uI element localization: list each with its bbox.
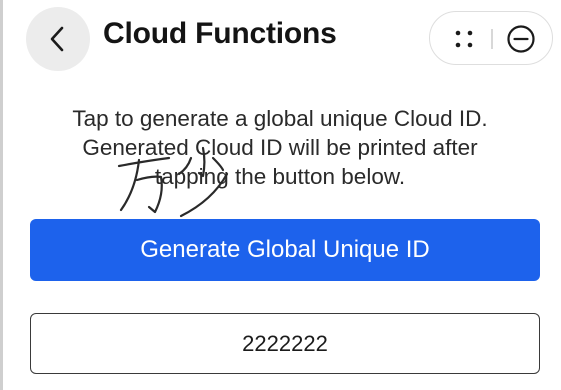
mini-program-capsule bbox=[429, 11, 553, 65]
minus-circle-icon[interactable] bbox=[506, 24, 536, 54]
description-line: Generated Cloud ID will be printed after bbox=[82, 135, 478, 160]
description-line: tapping the button below. bbox=[154, 164, 406, 189]
generate-id-button[interactable]: Generate Global Unique ID bbox=[30, 219, 540, 281]
window-edge bbox=[0, 0, 3, 390]
description-text: Tap to generate a global unique Cloud ID… bbox=[40, 104, 520, 191]
description-line: Tap to generate a global unique Cloud ID… bbox=[72, 106, 488, 131]
capsule-divider bbox=[491, 29, 493, 49]
chevron-left-icon bbox=[50, 26, 64, 52]
cloud-id-output: 2222222 bbox=[30, 313, 540, 374]
page-title: Cloud Functions bbox=[103, 17, 337, 50]
more-dots-icon[interactable] bbox=[452, 27, 476, 51]
back-button[interactable] bbox=[26, 7, 90, 71]
